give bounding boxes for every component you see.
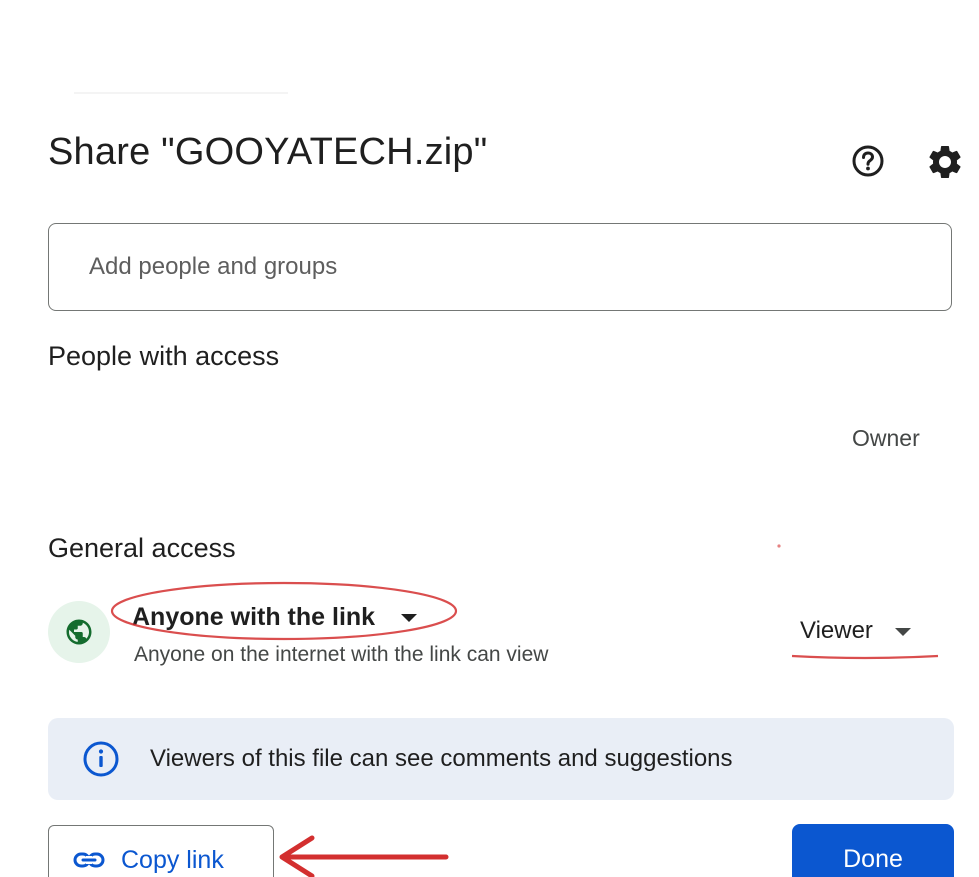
share-dialog: Share "GOOYATECH.zip" People with access… [0,97,979,877]
info-icon [83,741,119,777]
link-icon [73,852,105,868]
copy-link-label: Copy link [121,845,224,874]
role-label: Viewer [800,617,873,644]
page: Share "GOOYATECH.zip" People with access… [0,0,979,877]
info-banner-text: Viewers of this file can see comments an… [150,745,733,772]
general-access-description: Anyone on the internet with the link can… [134,643,549,666]
add-people-input[interactable] [48,223,952,311]
owner-role-label: Owner [852,425,920,451]
chevron-down-icon [894,628,911,636]
people-with-access-heading: People with access [48,341,280,371]
globe-icon [48,601,110,663]
done-button[interactable]: Done [792,824,954,877]
general-access-level: Anyone with the link [132,602,376,631]
copy-link-button[interactable]: Copy link [48,825,274,877]
general-access-dropdown[interactable]: Anyone with the link [132,597,418,637]
general-access-heading: General access [48,533,236,563]
top-background [0,0,979,96]
faint-divider [74,92,288,94]
gear-icon[interactable] [925,142,965,182]
done-label: Done [843,844,903,873]
help-circle-icon[interactable] [850,143,886,179]
dialog-title: Share "GOOYATECH.zip" [48,131,488,173]
role-dropdown[interactable]: Viewer [800,611,911,651]
chevron-down-icon [401,614,418,622]
info-banner: Viewers of this file can see comments an… [48,718,954,800]
